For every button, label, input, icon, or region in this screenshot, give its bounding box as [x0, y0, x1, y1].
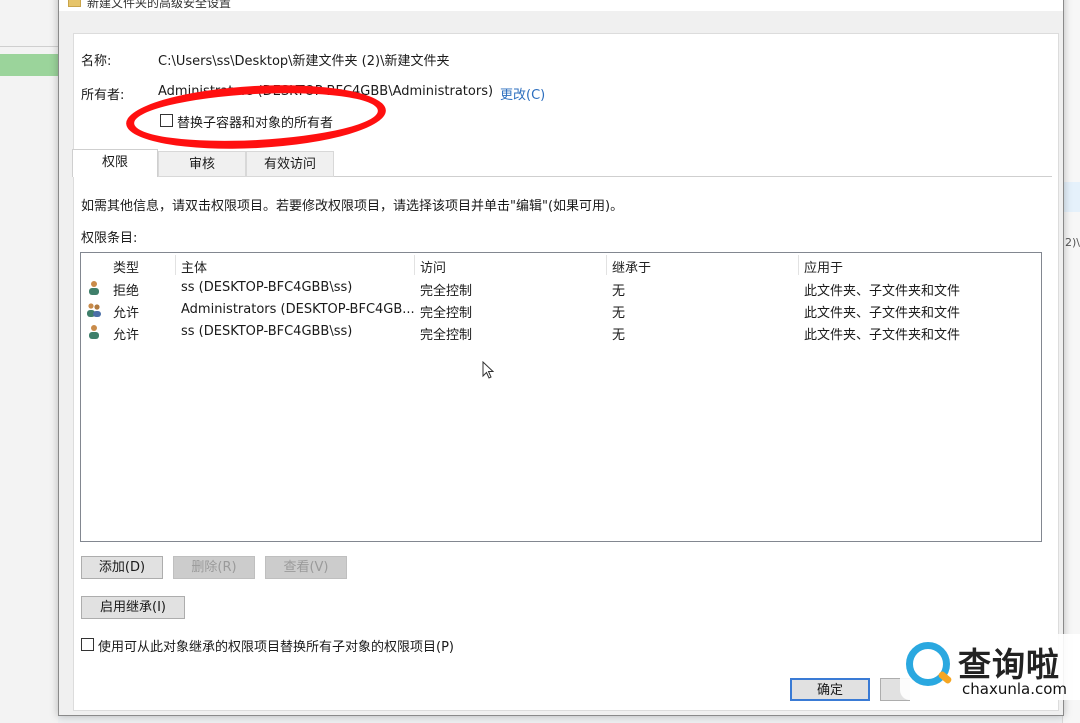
- background-selection: [1063, 182, 1080, 212]
- row-type[interactable]: 拒绝: [113, 280, 139, 299]
- background-text-fragment: 2)\: [1065, 236, 1080, 249]
- row-type[interactable]: 允许: [113, 302, 139, 321]
- owner-value: Administrators (DESKTOP-BFC4GBB\Administ…: [158, 84, 494, 99]
- replace-child-permissions-checkbox[interactable]: [81, 638, 94, 651]
- info-text: 如需其他信息，请双击权限项目。若要修改权限项目，请选择该项目并单击"编辑"(如果…: [81, 199, 624, 214]
- row-inherited-from[interactable]: 无: [612, 324, 625, 343]
- column-header-applies-to[interactable]: 应用于: [804, 257, 843, 276]
- column-separator: [175, 255, 176, 275]
- column-header-inherited-from[interactable]: 继承于: [612, 257, 651, 276]
- column-header-type[interactable]: 类型: [113, 257, 139, 276]
- ok-button[interactable]: 确定: [790, 678, 870, 701]
- single-user-icon: [89, 281, 99, 295]
- row-type[interactable]: 允许: [113, 324, 139, 343]
- background-window-right: 2)\: [1062, 0, 1080, 723]
- row-principal[interactable]: Administrators (DESKTOP-BFC4GB...: [181, 302, 415, 317]
- remove-button[interactable]: 删除(R): [173, 556, 255, 579]
- replace-child-permissions-label: 使用可从此对象继承的权限项目替换所有子对象的权限项目(P): [98, 640, 454, 655]
- entries-label: 权限条目:: [81, 231, 138, 246]
- row-applies-to[interactable]: 此文件夹、子文件夹和文件: [804, 280, 960, 299]
- row-access[interactable]: 完全控制: [420, 280, 472, 299]
- mouse-cursor-icon: [482, 361, 494, 379]
- tab-auditing[interactable]: 审核: [158, 151, 246, 177]
- row-principal[interactable]: ss (DESKTOP-BFC4GBB\ss): [181, 280, 352, 295]
- tab-permissions[interactable]: 权限: [72, 149, 158, 177]
- view-button[interactable]: 查看(V): [265, 556, 347, 579]
- title-bar: 新建文件夹的高级安全设置 ☐ ✕: [59, 0, 1063, 11]
- change-owner-link[interactable]: 更改(C): [500, 84, 545, 103]
- add-button[interactable]: 添加(D): [81, 556, 163, 579]
- column-separator: [798, 255, 799, 275]
- replace-owner-label: 替换子容器和对象的所有者: [177, 116, 334, 131]
- background-progress-bar: [0, 54, 58, 76]
- watermark-url-text: chaxunla.com: [962, 680, 1067, 698]
- column-header-access[interactable]: 访问: [420, 257, 446, 276]
- row-inherited-from[interactable]: 无: [612, 280, 625, 299]
- replace-owner-checkbox[interactable]: [160, 114, 173, 127]
- column-separator: [606, 255, 607, 275]
- single-user-icon: [89, 325, 99, 339]
- name-value: C:\Users\ss\Desktop\新建文件夹 (2)\新建文件夹: [158, 54, 450, 69]
- group-users-icon: [87, 303, 101, 317]
- enable-inheritance-button[interactable]: 启用继承(I): [81, 596, 185, 619]
- row-applies-to[interactable]: 此文件夹、子文件夹和文件: [804, 302, 960, 321]
- folder-icon: [68, 0, 81, 7]
- permission-entries-list[interactable]: 类型 主体 访问 继承于 应用于 拒绝 ss (DESKTOP-BFC4GBB\…: [80, 252, 1042, 542]
- close-button[interactable]: ✕: [1022, 0, 1052, 9]
- row-access[interactable]: 完全控制: [420, 324, 472, 343]
- watermark: 查询啦 chaxunla.com: [900, 634, 1080, 700]
- column-header-principal[interactable]: 主体: [181, 257, 207, 276]
- owner-label: 所有者:: [81, 88, 125, 103]
- row-access[interactable]: 完全控制: [420, 302, 472, 321]
- column-separator: [414, 255, 415, 275]
- maximize-button[interactable]: ☐: [974, 0, 1004, 9]
- watermark-chinese-text: 查询啦: [958, 645, 1060, 684]
- background-window-left: [0, 0, 58, 723]
- row-principal[interactable]: ss (DESKTOP-BFC4GBB\ss): [181, 324, 352, 339]
- tab-effective-access[interactable]: 有效访问: [246, 151, 334, 177]
- row-applies-to[interactable]: 此文件夹、子文件夹和文件: [804, 324, 960, 343]
- name-label: 名称:: [81, 54, 112, 69]
- row-inherited-from[interactable]: 无: [612, 302, 625, 321]
- window-title: 新建文件夹的高级安全设置: [87, 0, 232, 10]
- background-divider: [0, 46, 58, 47]
